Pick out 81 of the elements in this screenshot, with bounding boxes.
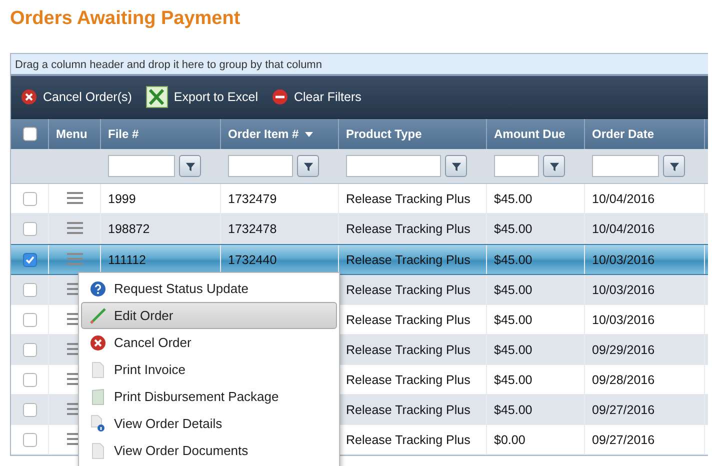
document-icon: [92, 388, 104, 404]
table-row[interactable]: 198872 1732478 Release Tracking Plus $45.00 10/04/2016: [11, 214, 708, 244]
menu-icon[interactable]: [66, 222, 82, 235]
table-cell: $0.00: [494, 432, 526, 446]
table-cell: 1999: [108, 192, 136, 206]
table-cell: $45.00: [494, 252, 532, 266]
filter-icon: [184, 160, 196, 172]
filter-icon: [548, 160, 560, 172]
table-cell: $45.00: [494, 192, 532, 206]
table-cell: Release Tracking Plus: [346, 342, 470, 356]
table-row[interactable]: 111112 1732440 Release Tracking Plus $45.00 10/03/2016: [11, 244, 708, 275]
table-cell: 1732440: [228, 252, 277, 266]
minus-circle-icon: [272, 89, 288, 105]
table-cell: 1732478: [228, 222, 277, 236]
page-title: Orders Awaiting Payment: [9, 7, 242, 31]
table-cell: Release Tracking Plus: [346, 222, 470, 236]
row-checkbox[interactable]: [22, 432, 36, 446]
menu-item[interactable]: Edit Order: [81, 302, 337, 329]
table-cell: Release Tracking Plus: [346, 402, 470, 416]
filter-input[interactable]: [108, 155, 175, 177]
menu-item[interactable]: Request Status Update: [81, 275, 337, 302]
filter-button[interactable]: [445, 155, 467, 177]
table-cell: 09/28/2016: [592, 372, 655, 386]
row-checkbox[interactable]: [22, 312, 36, 326]
row-checkbox[interactable]: [22, 402, 36, 416]
table-cell: Release Tracking Plus: [346, 312, 470, 326]
table-cell: 198872: [108, 222, 150, 236]
table-cell: $45.00: [494, 222, 532, 236]
table-cell: 09/27/2016: [592, 402, 655, 416]
filter-icon: [668, 160, 680, 172]
toolbar-button[interactable]: Cancel Order(s): [21, 89, 132, 105]
table-cell: 10/03/2016: [592, 252, 655, 266]
table-cell: Release Tracking Plus: [346, 192, 470, 206]
filter-input[interactable]: [592, 155, 659, 177]
filter-input[interactable]: [494, 155, 539, 177]
table-cell: $45.00: [494, 372, 532, 386]
filter-icon: [302, 160, 314, 172]
filter-input[interactable]: [346, 155, 441, 177]
menu-icon[interactable]: [66, 192, 82, 205]
table-cell: $45.00: [494, 312, 532, 326]
toolbar-button[interactable]: Export to Excel: [146, 86, 258, 108]
table-cell: Release Tracking Plus: [346, 432, 470, 446]
table-row[interactable]: 1999 1732479 Release Tracking Plus $45.00 10/04/2016: [11, 184, 708, 214]
pencil-icon: [89, 306, 107, 324]
table-cell: 09/29/2016: [592, 342, 655, 356]
spreadsheet-icon: [146, 86, 168, 108]
document-icon: [92, 442, 104, 458]
row-checkbox[interactable]: [22, 342, 36, 356]
filter-button[interactable]: [297, 155, 319, 177]
group-hint: Drag a column header and drop it here to group by that column: [15, 59, 322, 71]
row-checkbox[interactable]: [22, 282, 36, 296]
document-icon: [92, 362, 104, 378]
help-icon: [90, 280, 106, 296]
select-all-checkbox[interactable]: [22, 127, 36, 141]
document-info-icon: [91, 415, 105, 432]
table-cell: Release Tracking Plus: [346, 252, 470, 266]
table-cell: $45.00: [494, 402, 532, 416]
sort-caret-icon: [304, 132, 313, 136]
row-checkbox[interactable]: [22, 252, 36, 266]
table-cell: 10/04/2016: [592, 222, 655, 236]
table-cell: 09/27/2016: [592, 432, 655, 446]
filter-input[interactable]: [228, 155, 293, 177]
filter-button[interactable]: [663, 155, 685, 177]
filter-button[interactable]: [179, 155, 201, 177]
table-cell: 10/04/2016: [592, 192, 655, 206]
toolbar-button[interactable]: Clear Filters: [272, 89, 362, 105]
table-cell: $45.00: [494, 342, 532, 356]
filter-button[interactable]: [543, 155, 565, 177]
row-checkbox[interactable]: [22, 372, 36, 386]
row-checkbox[interactable]: [22, 192, 36, 206]
cancel-icon: [90, 334, 106, 350]
filter-icon: [450, 160, 462, 172]
table-cell: Release Tracking Plus: [346, 372, 470, 386]
row-checkbox[interactable]: [22, 222, 36, 236]
table-cell: Release Tracking Plus: [346, 282, 470, 296]
table-cell: 111112: [108, 252, 146, 266]
cancel-icon: [21, 89, 37, 105]
table-cell: 10/03/2016: [592, 282, 655, 296]
table-cell: 10/03/2016: [592, 312, 655, 326]
table-cell: $45.00: [494, 282, 532, 296]
table-cell: 1732479: [228, 192, 277, 206]
